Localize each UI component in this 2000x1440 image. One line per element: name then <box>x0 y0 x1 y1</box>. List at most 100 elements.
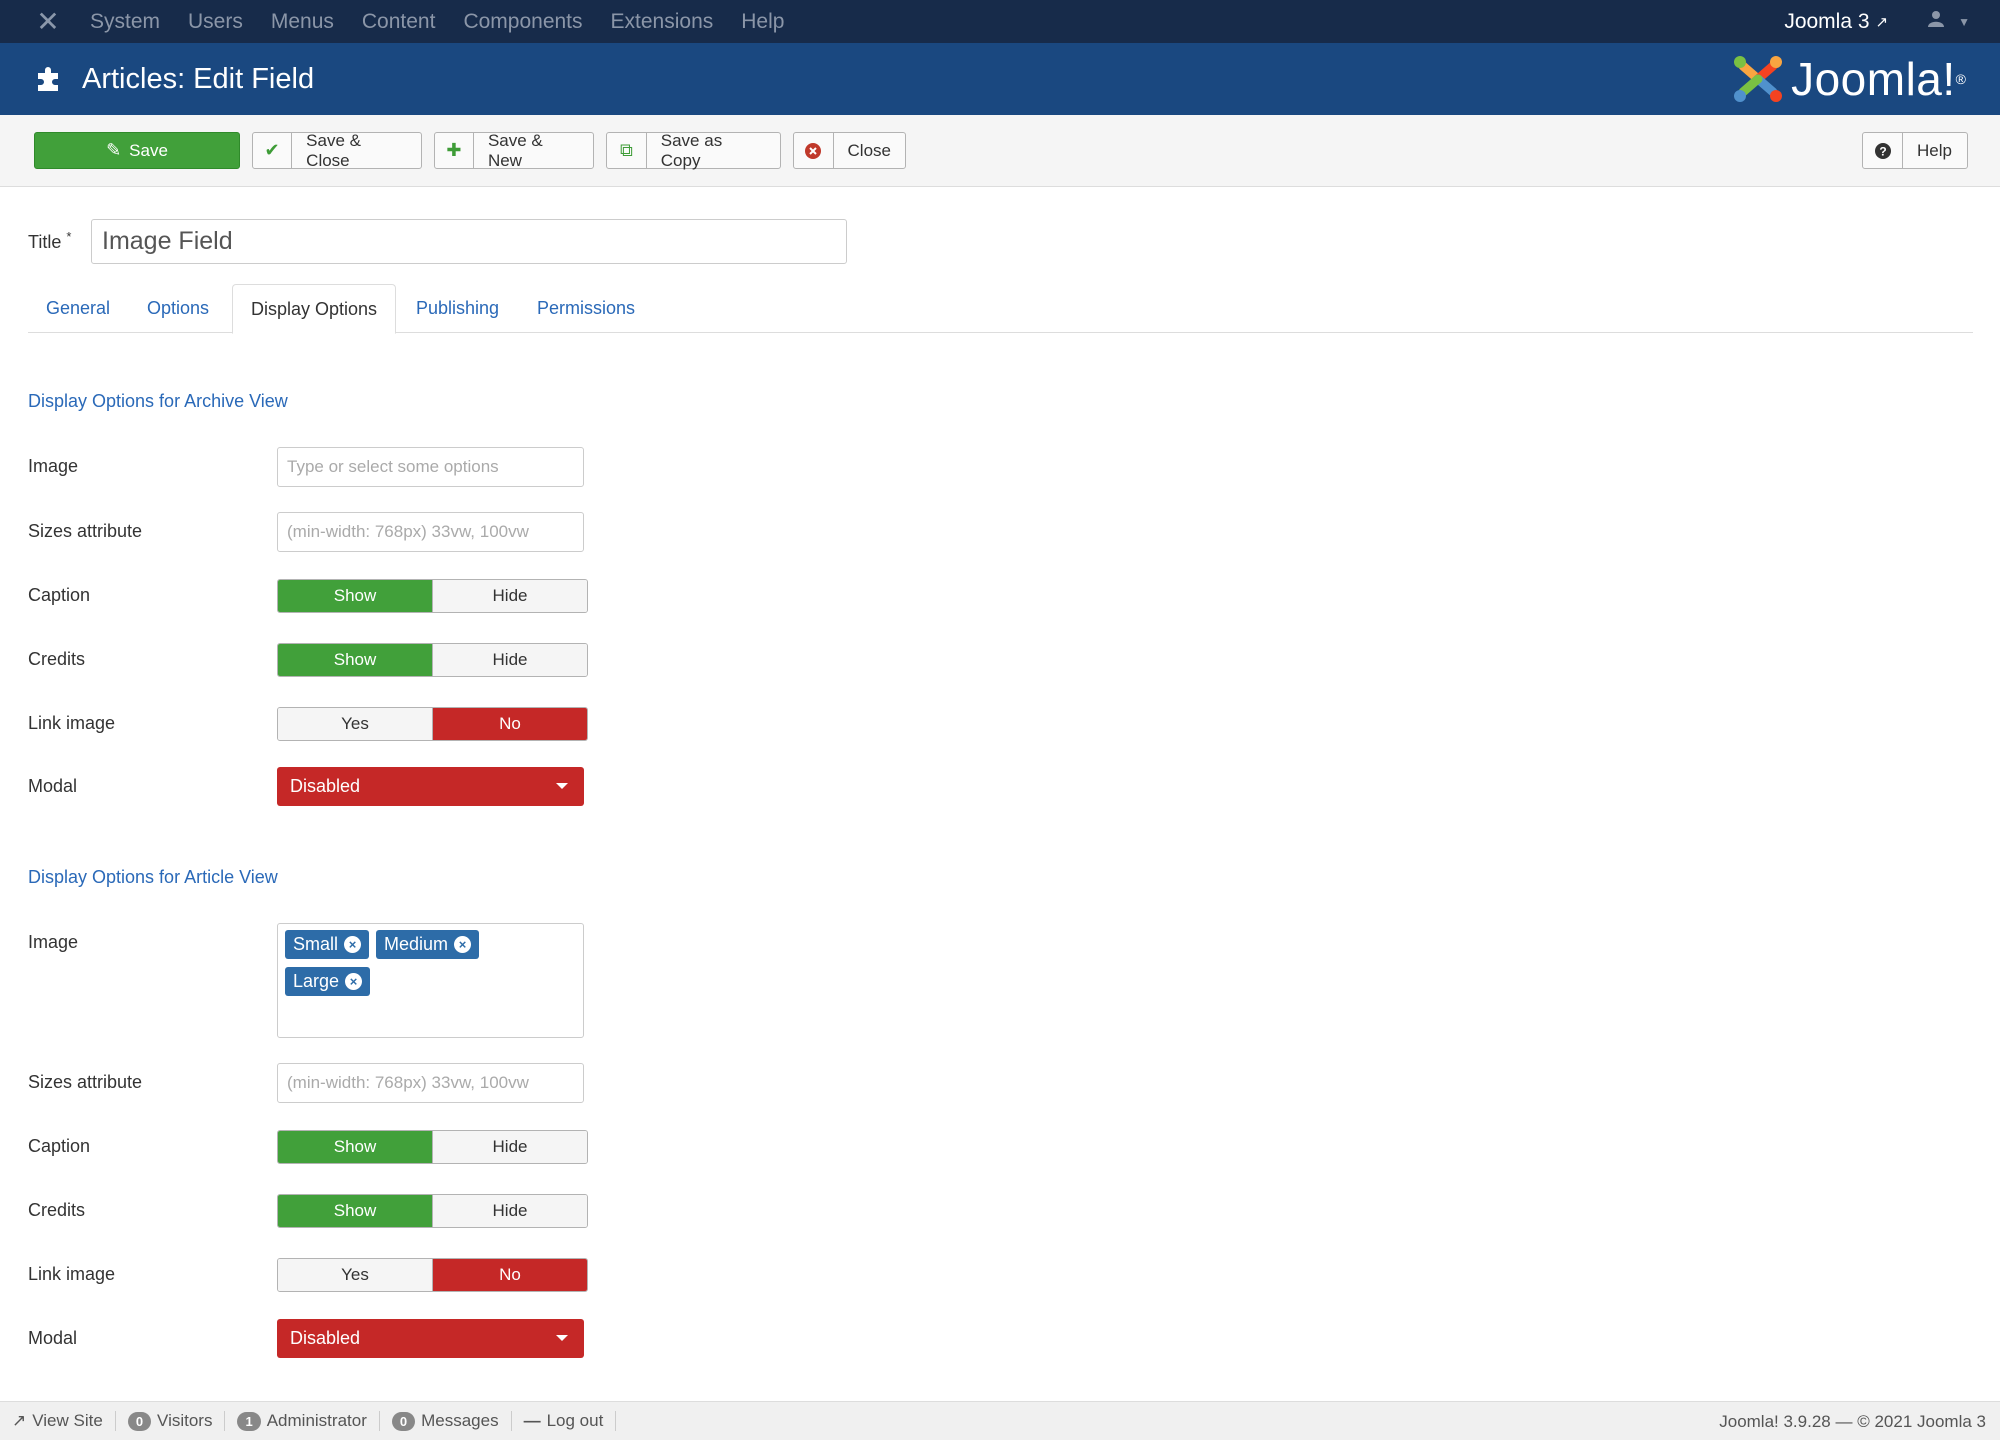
close-button[interactable]: Close <box>793 132 906 169</box>
tag-label: Small <box>293 934 339 954</box>
joomla-menu-icon[interactable]: ✕ <box>28 5 68 38</box>
article-image-multiselect[interactable]: Small × Medium × Large × <box>277 923 584 1038</box>
user-menu[interactable]: ▼ <box>1928 10 1970 34</box>
archive-link-yes[interactable]: Yes <box>278 708 432 740</box>
registered-mark: ® <box>1955 71 1966 87</box>
caret-down-icon <box>556 1335 568 1341</box>
remove-tag-icon[interactable]: × <box>344 936 362 953</box>
article-caption-toggle: Show Hide <box>277 1130 588 1164</box>
archive-link-no[interactable]: No <box>432 708 587 740</box>
status-bar: ↗ View Site 0 Visitors 1 Administrator 0… <box>0 1401 2000 1440</box>
remove-tag-icon[interactable]: × <box>454 936 472 953</box>
caret-down-icon <box>556 783 568 789</box>
tag-chip: Medium × <box>376 930 480 959</box>
archive-modal-value: Disabled <box>290 776 361 796</box>
save-button[interactable]: ✎ Save <box>34 132 240 169</box>
title-input[interactable] <box>91 219 847 264</box>
user-icon <box>1928 10 1945 34</box>
messages-link[interactable]: 0 Messages <box>380 1411 512 1431</box>
tab-bar: General Options Display Options Publishi… <box>28 284 1973 334</box>
admin-badge: 1 <box>237 1411 261 1431</box>
save-copy-button[interactable]: ⧉ Save as Copy <box>606 131 781 170</box>
article-modal-label: Modal <box>28 1328 78 1348</box>
archive-credits-show[interactable]: Show <box>278 644 432 676</box>
archive-caption-show[interactable]: Show <box>278 580 432 612</box>
administrator-link[interactable]: 1 Administrator <box>225 1411 380 1431</box>
archive-caption-hide[interactable]: Hide <box>432 580 587 612</box>
page-title: Articles: Edit Field <box>82 62 315 95</box>
visitors-label: Visitors <box>157 1411 213 1430</box>
menu-item-users[interactable]: Users <box>188 10 243 34</box>
external-link-icon: ↗ <box>12 1411 27 1430</box>
main-menu: System Users Menus Content Components Ex… <box>90 10 812 34</box>
article-link-no[interactable]: No <box>432 1259 587 1291</box>
archive-modal-select[interactable]: Disabled <box>277 767 584 806</box>
logout-link[interactable]: — Log out <box>512 1411 617 1431</box>
menu-item-content[interactable]: Content <box>362 10 436 34</box>
menu-item-menus[interactable]: Menus <box>271 10 334 34</box>
svg-text:?: ? <box>1879 144 1886 158</box>
article-link-yes[interactable]: Yes <box>278 1259 432 1291</box>
archive-link-label: Link image <box>28 713 116 733</box>
archive-image-select[interactable] <box>277 447 584 487</box>
site-link[interactable]: Joomla 3 ↗ <box>1784 10 1888 34</box>
chevron-down-icon: ▼ <box>1958 14 1970 29</box>
toolbar: ✎ Save ✔ Save & Close ✚ Save & New ⧉ Sav… <box>0 115 2000 187</box>
archive-sizes-label: Sizes attribute <box>28 521 143 541</box>
menu-item-extensions[interactable]: Extensions <box>611 10 714 34</box>
edit-icon: ✎ <box>106 140 122 160</box>
joomla-logo-icon <box>1734 56 1783 102</box>
article-caption-label: Caption <box>28 1136 91 1156</box>
archive-credits-label: Credits <box>28 649 86 669</box>
tag-chip: Large × <box>285 967 371 996</box>
menu-item-help[interactable]: Help <box>741 10 784 34</box>
article-credits-show[interactable]: Show <box>278 1195 432 1227</box>
tag-label: Medium <box>384 934 449 954</box>
archive-caption-toggle: Show Hide <box>277 579 588 613</box>
archive-sizes-input[interactable] <box>277 512 584 552</box>
brand-wordmark: Joomla! <box>1791 53 1956 105</box>
archive-credits-toggle: Show Hide <box>277 643 588 677</box>
title-label-text: Title <box>28 232 62 252</box>
messages-label: Messages <box>421 1411 499 1430</box>
article-modal-value: Disabled <box>290 1328 361 1348</box>
plus-icon: ✚ <box>435 133 474 168</box>
view-site-link[interactable]: ↗ View Site <box>0 1411 116 1431</box>
footer-copyright: Joomla! 3.9.28 — © 2021 Joomla 3 <box>1719 1412 1986 1432</box>
archive-link-toggle: Yes No <box>277 707 588 741</box>
tab-general[interactable]: General <box>28 284 128 333</box>
tab-display-options[interactable]: Display Options <box>232 284 397 334</box>
menu-item-system[interactable]: System <box>90 10 160 34</box>
tab-options[interactable]: Options <box>129 284 227 333</box>
version-text: Joomla! 3.9.28 <box>1719 1412 1831 1431</box>
archive-modal-label: Modal <box>28 776 78 796</box>
visitors-badge: 0 <box>127 1411 152 1431</box>
site-name: Joomla 3 <box>1784 9 1870 33</box>
archive-credits-hide[interactable]: Hide <box>432 644 587 676</box>
archive-image-label: Image <box>28 456 79 476</box>
external-link-icon: ↗ <box>1875 13 1889 31</box>
visitors-link[interactable]: 0 Visitors <box>116 1411 226 1431</box>
remove-tag-icon[interactable]: × <box>345 973 363 990</box>
page-header: Articles: Edit Field Joomla! ® <box>0 43 2000 115</box>
joomla-logo: Joomla! ® <box>1731 52 1966 106</box>
menu-item-components[interactable]: Components <box>463 10 582 34</box>
article-credits-label: Credits <box>28 1200 86 1220</box>
save-close-button[interactable]: ✔ Save & Close <box>252 131 422 170</box>
article-sizes-input[interactable] <box>277 1063 584 1103</box>
article-link-label: Link image <box>28 1264 116 1284</box>
copy-icon: ⧉ <box>607 133 647 168</box>
article-link-toggle: Yes No <box>277 1258 588 1292</box>
save-new-button[interactable]: ✚ Save & New <box>434 131 594 170</box>
article-credits-hide[interactable]: Hide <box>432 1195 587 1227</box>
article-caption-hide[interactable]: Hide <box>432 1131 587 1163</box>
tab-publishing[interactable]: Publishing <box>398 284 517 333</box>
article-modal-select[interactable]: Disabled <box>277 1319 584 1358</box>
minus-icon: — <box>523 1411 541 1430</box>
article-caption-show[interactable]: Show <box>278 1131 432 1163</box>
save-label: Save <box>129 140 168 160</box>
help-button[interactable]: ? Help <box>1862 132 1968 169</box>
archive-caption-label: Caption <box>28 585 91 605</box>
tab-permissions[interactable]: Permissions <box>519 284 653 333</box>
tag-chip: Small × <box>285 930 370 959</box>
